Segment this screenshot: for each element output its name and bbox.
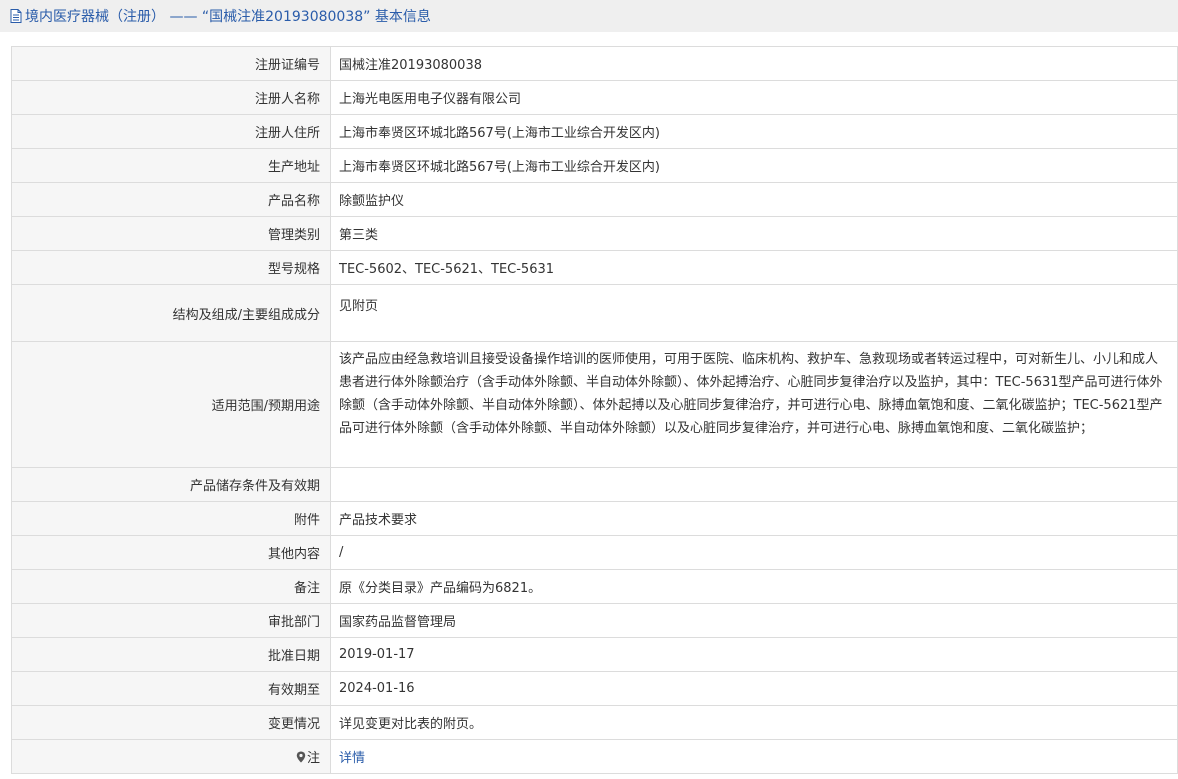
field-label: 注册证编号 [11, 46, 331, 81]
field-value: 国家药品监督管理局 [330, 603, 1178, 638]
field-value: 上海光电医用电子仪器有限公司 [330, 80, 1178, 115]
table-row: 结构及组成/主要组成成分 见附页 [11, 284, 1178, 342]
table-row: 备注 原《分类目录》产品编码为6821。 [11, 569, 1178, 604]
field-value: 原《分类目录》产品编码为6821。 [330, 569, 1178, 604]
field-value: 上海市奉贤区环城北路567号(上海市工业综合开发区内) [330, 114, 1178, 149]
table-row: 型号规格 TEC-5602、TEC-5621、TEC-5631 [11, 250, 1178, 285]
field-label: 型号规格 [11, 250, 331, 285]
table-row: 产品名称 除颤监护仪 [11, 182, 1178, 217]
field-label: 变更情况 [11, 705, 331, 740]
field-value: 2024-01-16 [330, 671, 1178, 706]
field-value [330, 467, 1178, 502]
table-row: 生产地址 上海市奉贤区环城北路567号(上海市工业综合开发区内) [11, 148, 1178, 183]
field-value: 详见变更对比表的附页。 [330, 705, 1178, 740]
field-label: 管理类别 [11, 216, 331, 251]
field-value: 第三类 [330, 216, 1178, 251]
field-value: 2019-01-17 [330, 637, 1178, 672]
field-label: 生产地址 [11, 148, 331, 183]
field-value: 除颤监护仪 [330, 182, 1178, 217]
table-row: 管理类别 第三类 [11, 216, 1178, 251]
field-value: 产品技术要求 [330, 501, 1178, 536]
page-title: 境内医疗器械（注册） —— “国械注准20193080038” 基本信息 [25, 9, 431, 25]
note-value-cell: 详情 [330, 739, 1178, 774]
field-value: 见附页 [330, 284, 1178, 342]
table-row: 变更情况 详见变更对比表的附页。 [11, 705, 1178, 740]
field-label: 批准日期 [11, 637, 331, 672]
field-label: 结构及组成/主要组成成分 [11, 284, 331, 342]
table-row: 其他内容 / [11, 535, 1178, 570]
page-header: 境内医疗器械（注册） —— “国械注准20193080038” 基本信息 [0, 0, 1178, 32]
field-value: 上海市奉贤区环城北路567号(上海市工业综合开发区内) [330, 148, 1178, 183]
field-label: 产品储存条件及有效期 [11, 467, 331, 502]
field-label: 其他内容 [11, 535, 331, 570]
map-pin-icon [296, 751, 306, 763]
table-row: 批准日期 2019-01-17 [11, 637, 1178, 672]
field-value: 国械注准20193080038 [330, 46, 1178, 81]
field-value: 该产品应由经急救培训且接受设备操作培训的医师使用，可用于医院、临床机构、救护车、… [330, 341, 1178, 468]
table-row: 注册证编号 国械注准20193080038 [11, 46, 1178, 81]
table-row: 注 详情 [11, 739, 1178, 774]
field-label: 审批部门 [11, 603, 331, 638]
field-label: 有效期至 [11, 671, 331, 706]
field-value: / [330, 535, 1178, 570]
field-label: 注册人名称 [11, 80, 331, 115]
table-row: 注册人名称 上海光电医用电子仪器有限公司 [11, 80, 1178, 115]
field-label: 注册人住所 [11, 114, 331, 149]
field-value: TEC-5602、TEC-5621、TEC-5631 [330, 250, 1178, 285]
table-row: 有效期至 2024-01-16 [11, 671, 1178, 706]
table-row: 附件 产品技术要求 [11, 501, 1178, 536]
note-label: 注 [306, 751, 320, 766]
document-icon [10, 9, 22, 23]
field-label: 适用范围/预期用途 [11, 341, 331, 468]
field-label: 产品名称 [11, 182, 331, 217]
note-label-cell: 注 [11, 739, 331, 774]
table-row: 注册人住所 上海市奉贤区环城北路567号(上海市工业综合开发区内) [11, 114, 1178, 149]
table-row: 审批部门 国家药品监督管理局 [11, 603, 1178, 638]
table-row: 产品储存条件及有效期 [11, 467, 1178, 502]
registration-info-table: 注册证编号 国械注准20193080038 注册人名称 上海光电医用电子仪器有限… [11, 46, 1178, 774]
table-row: 适用范围/预期用途 该产品应由经急救培训且接受设备操作培训的医师使用，可用于医院… [11, 341, 1178, 468]
details-link[interactable]: 详情 [339, 751, 365, 766]
field-label: 附件 [11, 501, 331, 536]
field-label: 备注 [11, 569, 331, 604]
